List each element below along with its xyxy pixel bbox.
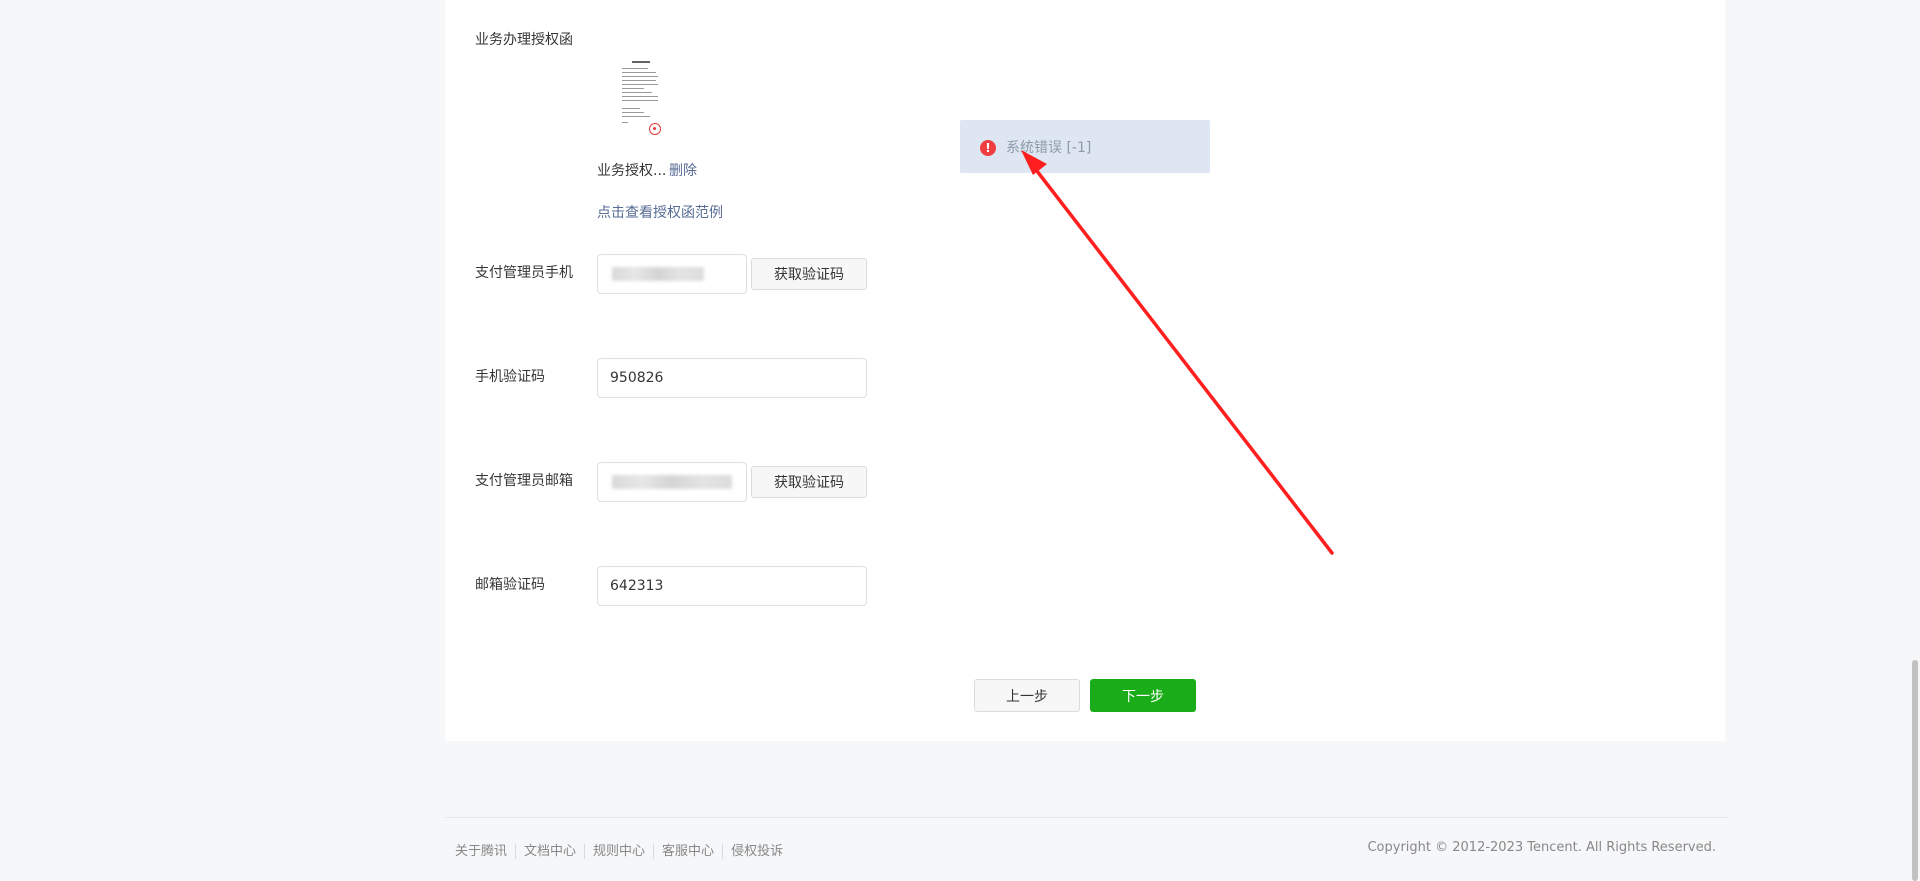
page-scrollbar[interactable] — [1912, 660, 1918, 881]
redacted-email-address — [612, 475, 732, 489]
error-icon: ! — [980, 140, 996, 156]
prev-step-button[interactable]: 上一步 — [974, 679, 1080, 712]
error-toast: ! 系统错误 [-1] — [960, 120, 1210, 173]
delete-file-link[interactable]: 删除 — [669, 160, 697, 180]
auth-letter-label: 业务办理授权函 — [475, 32, 573, 48]
view-example-link[interactable]: 点击查看授权函范例 — [597, 202, 723, 222]
admin-phone-label: 支付管理员手机 — [475, 265, 573, 281]
phone-get-code-button[interactable]: 获取验证码 — [751, 258, 867, 290]
phone-code-label: 手机验证码 — [475, 369, 545, 385]
red-seal-stamp — [649, 123, 661, 135]
footer-link-complaint[interactable]: 侵权投诉 — [722, 844, 792, 859]
email-get-code-button[interactable]: 获取验证码 — [751, 466, 867, 498]
admin-phone-input[interactable] — [597, 254, 747, 294]
copyright-text: Copyright © 2012-2023 Tencent. All Right… — [1367, 840, 1716, 855]
auth-letter-thumbnail[interactable] — [608, 57, 674, 143]
email-code-label: 邮箱验证码 — [475, 577, 545, 593]
phone-code-input[interactable] — [597, 358, 867, 398]
footer-links: 关于腾讯 文档中心 规则中心 客服中心 侵权投诉 — [455, 840, 792, 859]
footer-divider — [445, 817, 1728, 818]
next-step-button[interactable]: 下一步 — [1090, 679, 1196, 712]
redacted-phone-number — [612, 267, 704, 281]
footer-link-docs[interactable]: 文档中心 — [515, 844, 585, 859]
admin-email-input[interactable] — [597, 462, 747, 502]
footer-link-rules[interactable]: 规则中心 — [584, 844, 654, 859]
admin-email-label: 支付管理员邮箱 — [475, 473, 573, 489]
email-code-input[interactable] — [597, 566, 867, 606]
auth-letter-file-name: 业务授权... — [597, 163, 667, 179]
footer-link-about[interactable]: 关于腾讯 — [455, 844, 515, 859]
error-toast-message: 系统错误 [-1] — [1006, 140, 1092, 156]
footer-link-support[interactable]: 客服中心 — [653, 844, 723, 859]
